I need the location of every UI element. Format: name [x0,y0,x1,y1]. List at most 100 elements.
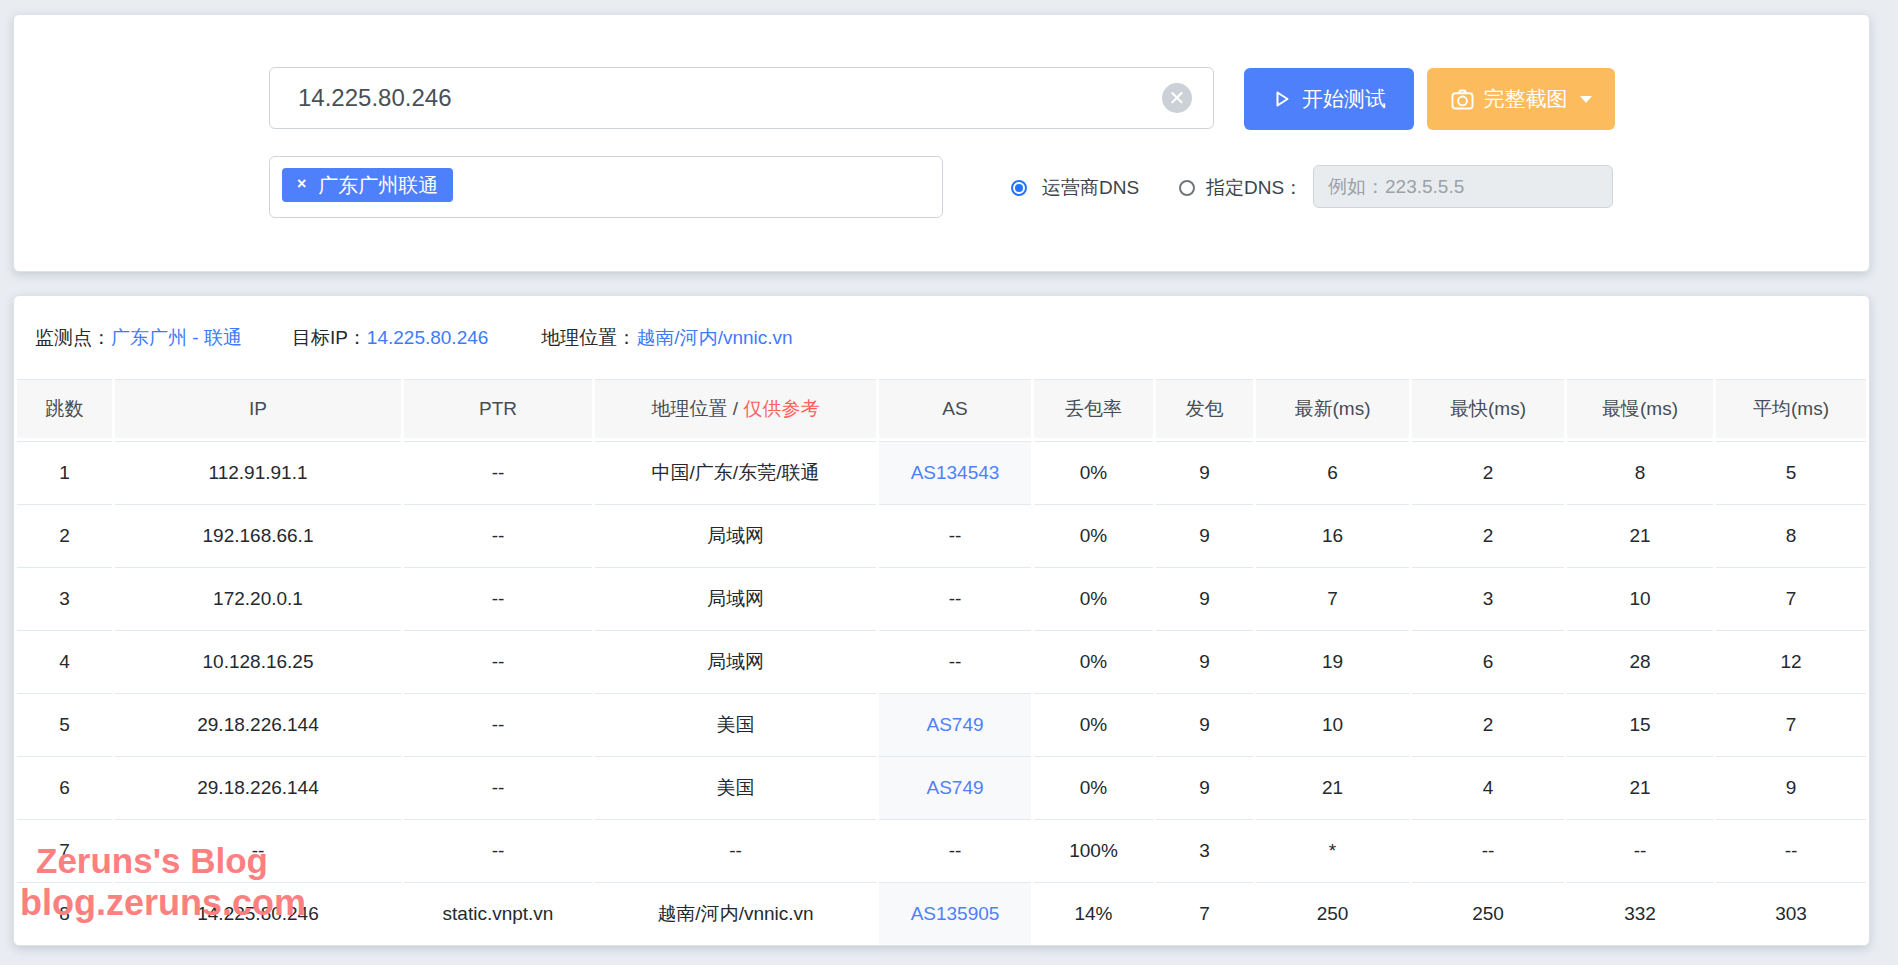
result-summary: 监测点：广东广州 - 联通目标IP：14.225.80.246地理位置：越南/河… [35,325,793,349]
table-row: 4 10.128.16.25 -- 局域网 -- 0% 9 19 6 28 12 [17,630,1866,693]
cell-ip: 172.20.0.1 [115,567,401,630]
result-panel: 监测点：广东广州 - 联通目标IP：14.225.80.246地理位置：越南/河… [13,295,1870,946]
custom-dns-input[interactable] [1313,165,1613,208]
as-link[interactable]: AS749 [926,714,983,735]
cell-geo: 局域网 [595,504,876,567]
cell-best: 2 [1412,441,1564,504]
cell-last: 19 [1256,630,1409,693]
cell-avg: 9 [1716,756,1866,819]
geo-note: 仅供参考 [743,398,819,419]
cell-loss: 0% [1034,630,1153,693]
cell-sent: 9 [1156,630,1253,693]
cell-as: -- [879,504,1031,567]
cell-as: -- [879,819,1031,882]
cell-worst: 21 [1567,756,1713,819]
col-ptr: PTR [404,379,592,441]
watermark-line2: blog.zeruns.com [20,882,306,924]
monitor-label: 监测点： [35,327,111,348]
target-ip-link[interactable]: 14.225.80.246 [367,327,489,348]
watermark-line1: Zeruns's Blog [36,841,268,881]
cell-avg: 5 [1716,441,1866,504]
tag-label: 广东广州联通 [318,172,438,199]
monitor-link[interactable]: 广东广州 - 联通 [111,327,242,348]
radio-custom-dns[interactable] [1179,180,1195,196]
cell-ptr: -- [404,504,592,567]
cell-best: 4 [1412,756,1564,819]
play-icon [1272,89,1292,109]
col-worst: 最慢(ms) [1567,379,1713,441]
cell-ip: 29.18.226.144 [115,756,401,819]
cell-worst: -- [1567,819,1713,882]
table-row: 1 112.91.91.1 -- 中国/广东/东莞/联通 AS134543 0%… [17,441,1866,504]
cell-worst: 21 [1567,504,1713,567]
cell-ptr: static.vnpt.vn [404,882,592,945]
cell-ip: 29.18.226.144 [115,693,401,756]
cell-worst: 28 [1567,630,1713,693]
clear-input-icon[interactable]: ✕ [1162,83,1192,113]
cell-as: -- [879,630,1031,693]
cell-sent: 7 [1156,882,1253,945]
cell-geo: 越南/河内/vnnic.vn [595,882,876,945]
cell-sent: 9 [1156,441,1253,504]
start-test-label: 开始测试 [1302,85,1386,113]
cell-loss: 0% [1034,441,1153,504]
cell-ptr: -- [404,756,592,819]
cell-loss: 0% [1034,504,1153,567]
radio-carrier-dns[interactable] [1011,180,1027,196]
tag-remove-icon[interactable]: × [297,175,306,193]
cell-as: AS134543 [879,441,1031,504]
node-tag-box[interactable]: × 广东广州联通 [269,156,943,218]
custom-dns-label: 指定DNS： [1206,176,1303,200]
cell-ip: 10.128.16.25 [115,630,401,693]
cell-last: 250 [1256,882,1409,945]
table-row: 2 192.168.66.1 -- 局域网 -- 0% 9 16 2 21 8 [17,504,1866,567]
cell-loss: 14% [1034,882,1153,945]
cell-as: -- [879,567,1031,630]
cell-avg: 12 [1716,630,1866,693]
geo-label: 地理位置： [541,327,636,348]
cell-hop: 4 [17,630,112,693]
full-screenshot-button[interactable]: 完整截图 [1427,68,1615,130]
cell-as: AS749 [879,756,1031,819]
col-loss: 丢包率 [1034,379,1153,441]
col-as: AS [879,379,1031,441]
cell-last: 6 [1256,441,1409,504]
as-link[interactable]: AS135905 [911,903,1000,924]
cell-ptr: -- [404,567,592,630]
cell-avg: 7 [1716,693,1866,756]
cell-sent: 9 [1156,756,1253,819]
table-row: 5 29.18.226.144 -- 美国 AS749 0% 9 10 2 15… [17,693,1866,756]
cell-hop: 3 [17,567,112,630]
cell-as: AS135905 [879,882,1031,945]
start-test-button[interactable]: 开始测试 [1244,68,1414,130]
cell-best: 2 [1412,693,1564,756]
cell-worst: 10 [1567,567,1713,630]
trace-table: 跳数 IP PTR 地理位置 / 仅供参考 AS 丢包率 发包 最新(ms) 最… [14,379,1869,945]
cell-avg: -- [1716,819,1866,882]
col-last: 最新(ms) [1256,379,1409,441]
cell-ptr: -- [404,693,592,756]
full-screenshot-label: 完整截图 [1484,85,1568,113]
ip-input[interactable] [269,67,1214,129]
cell-geo: 局域网 [595,630,876,693]
col-avg: 平均(ms) [1716,379,1866,441]
cell-best: 2 [1412,504,1564,567]
cell-ptr: -- [404,441,592,504]
cell-last: 7 [1256,567,1409,630]
cell-sent: 3 [1156,819,1253,882]
cell-sent: 9 [1156,504,1253,567]
cell-loss: 0% [1034,756,1153,819]
node-tag: × 广东广州联通 [282,168,453,202]
col-sent: 发包 [1156,379,1253,441]
camera-icon [1451,89,1474,110]
as-link[interactable]: AS134543 [911,462,1000,483]
table-header-row: 跳数 IP PTR 地理位置 / 仅供参考 AS 丢包率 发包 最新(ms) 最… [17,379,1866,441]
as-link[interactable]: AS749 [926,777,983,798]
cell-ptr: -- [404,819,592,882]
col-ip: IP [115,379,401,441]
table-body: 1 112.91.91.1 -- 中国/广东/东莞/联通 AS134543 0%… [17,441,1866,945]
geo-link[interactable]: 越南/河内/vnnic.vn [636,327,792,348]
cell-geo: -- [595,819,876,882]
cell-sent: 9 [1156,567,1253,630]
col-best: 最快(ms) [1412,379,1564,441]
